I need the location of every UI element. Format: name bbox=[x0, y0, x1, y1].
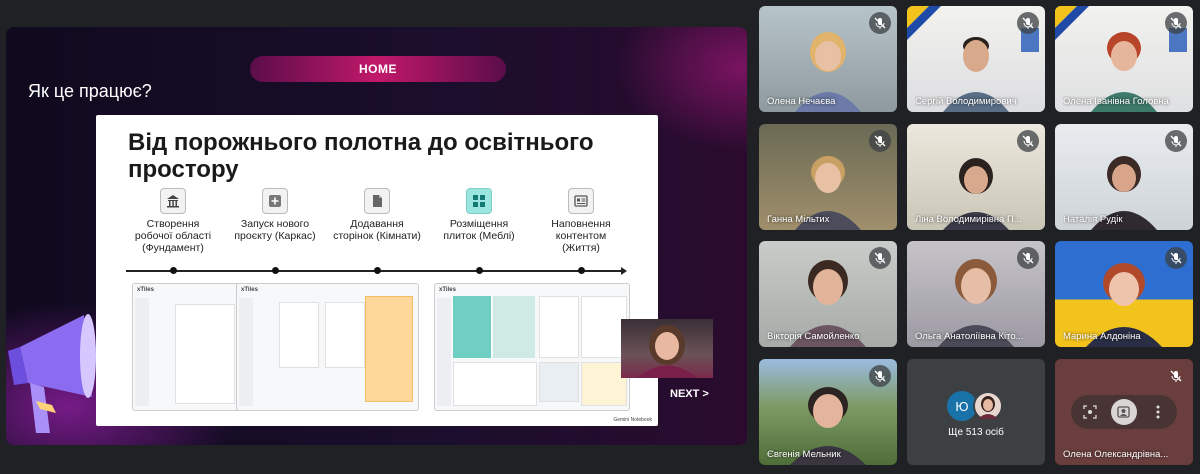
step-1: Створення робочої області (Фундамент) bbox=[128, 188, 218, 254]
slide-content: Від порожнього полотна до освітнього про… bbox=[96, 115, 658, 426]
participant-tile[interactable]: Євгенія Мельник bbox=[759, 359, 897, 465]
participant-name: Олена Олександрівна... bbox=[1063, 449, 1169, 460]
participant-name: Ганна Мільтих bbox=[767, 214, 830, 225]
mic-off-icon bbox=[869, 12, 891, 34]
step-3: Додавання сторінок (Кімнати) bbox=[332, 188, 422, 242]
timeline-dot bbox=[578, 267, 585, 274]
participant-tile-self[interactable]: Олена Олександрівна... bbox=[1055, 359, 1193, 465]
more-participants-tile[interactable]: Ю Ще 513 осіб bbox=[907, 359, 1045, 465]
participant-name: Олена Нечаєва bbox=[767, 96, 836, 107]
frame-icon[interactable] bbox=[1077, 399, 1103, 425]
mic-off-icon bbox=[1165, 12, 1187, 34]
mic-off-icon bbox=[1165, 247, 1187, 269]
participant-name: Євгенія Мельник bbox=[767, 449, 841, 460]
participant-name: Ліна Володимирівна П... bbox=[915, 214, 1022, 225]
mic-off-icon bbox=[1165, 130, 1187, 152]
participant-tile[interactable]: Вікторія Самойленко bbox=[759, 241, 897, 347]
mic-off-icon bbox=[1017, 247, 1039, 269]
step-5: Наповнення контентом (Життя) bbox=[536, 188, 626, 254]
xtiles-brand: xTiles bbox=[241, 287, 258, 293]
timeline-dot bbox=[272, 267, 279, 274]
participant-name: Ольга Анатоліївна Кіто... bbox=[915, 331, 1024, 342]
mic-off-icon bbox=[1017, 12, 1039, 34]
step-label: Додавання сторінок (Кімнати) bbox=[333, 218, 421, 242]
tiles-icon bbox=[466, 188, 492, 214]
participant-tile[interactable]: Ліна Володимирівна П... bbox=[907, 124, 1045, 230]
tiles-screenshot: xTiles bbox=[434, 283, 630, 411]
footer-note: Gemini Notebook bbox=[613, 417, 652, 423]
project-screenshot: xTiles bbox=[236, 283, 419, 411]
presentation-stage: HOME Як це працює? Від порожнього полотн… bbox=[6, 27, 747, 445]
timeline-dot bbox=[374, 267, 381, 274]
participant-tile[interactable]: Сергій Володимирович bbox=[907, 6, 1045, 112]
plus-icon bbox=[262, 188, 288, 214]
more-participants-label: Ще 513 осіб bbox=[948, 427, 1004, 438]
participant-name: Марина Алдоніна bbox=[1063, 331, 1141, 342]
document-icon bbox=[364, 188, 390, 214]
participant-tile[interactable]: Ольга Анатоліївна Кіто... bbox=[907, 241, 1045, 347]
effects-icon[interactable] bbox=[1111, 399, 1137, 425]
home-button[interactable]: HOME bbox=[250, 56, 506, 82]
megaphone-icon bbox=[8, 314, 96, 433]
participant-tile[interactable]: Ганна Мільтих bbox=[759, 124, 897, 230]
avatar bbox=[973, 391, 1003, 421]
xtiles-brand: xTiles bbox=[439, 287, 456, 293]
participant-tile[interactable]: Олена Іванівна Головна bbox=[1055, 6, 1193, 112]
mic-off-icon bbox=[869, 365, 891, 387]
participant-tile[interactable]: Марина Алдоніна bbox=[1055, 241, 1193, 347]
mic-off-icon bbox=[869, 247, 891, 269]
workspace-screenshot: xTiles bbox=[132, 283, 240, 411]
participant-name: Сергій Володимирович bbox=[915, 96, 1017, 107]
mic-off-icon bbox=[869, 130, 891, 152]
slide-question: Як це працює? bbox=[28, 81, 152, 101]
participant-name: Вікторія Самойленко bbox=[767, 331, 860, 342]
participant-tile[interactable]: Наталія Рудік bbox=[1055, 124, 1193, 230]
step-label: Створення робочої області (Фундамент) bbox=[134, 218, 212, 254]
xtiles-brand: xTiles bbox=[137, 287, 154, 293]
tile-controls bbox=[1071, 395, 1177, 429]
timeline-dot bbox=[476, 267, 483, 274]
mic-off-icon bbox=[1017, 130, 1039, 152]
content-icon bbox=[568, 188, 594, 214]
participant-name: Олена Іванівна Головна bbox=[1063, 96, 1169, 107]
presenter-video bbox=[621, 319, 713, 378]
more-options-icon[interactable] bbox=[1145, 399, 1171, 425]
step-4: Розміщення плиток (Меблі) bbox=[434, 188, 524, 242]
participant-tile[interactable]: Олена Нечаєва bbox=[759, 6, 897, 112]
slide-title: Від порожнього полотна до освітнього про… bbox=[128, 129, 594, 183]
step-2: Запуск нового проєкту (Каркас) bbox=[230, 188, 320, 242]
next-button[interactable]: NEXT > bbox=[670, 388, 709, 400]
step-label: Розміщення плиток (Меблі) bbox=[443, 218, 515, 242]
mic-off-icon bbox=[1165, 365, 1187, 387]
participant-name: Наталія Рудік bbox=[1063, 214, 1123, 225]
timeline-dot bbox=[170, 267, 177, 274]
step-label: Запуск нового проєкту (Каркас) bbox=[234, 218, 316, 242]
bank-icon bbox=[160, 188, 186, 214]
step-label: Наповнення контентом (Життя) bbox=[551, 218, 611, 254]
